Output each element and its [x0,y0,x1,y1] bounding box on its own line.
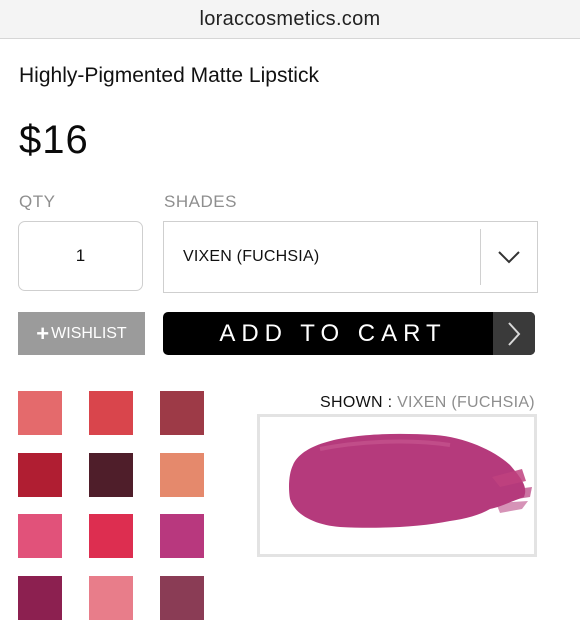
shade-swatch[interactable] [18,453,62,497]
product-price: $16 [19,118,89,162]
shade-swatch[interactable] [160,514,204,558]
url-text: loraccosmetics.com [199,7,381,30]
product-title: Highly-Pigmented Matte Lipstick [19,64,319,87]
shade-swatch[interactable] [18,514,62,558]
shade-swatch[interactable] [89,514,133,558]
shade-swatch[interactable] [89,453,133,497]
wishlist-button[interactable]: + WISHLIST [18,312,145,355]
browser-url-bar[interactable]: loraccosmetics.com [0,0,580,39]
shown-shade-name: VIXEN (FUCHSIA) [397,394,535,411]
shade-swatch[interactable] [160,391,204,435]
quantity-value: 1 [75,246,86,265]
chevron-down-icon[interactable] [480,229,537,285]
chevron-right-icon [493,312,535,355]
shade-swatch[interactable] [89,576,133,620]
shown-shade-label: SHOWN : VIXEN (FUCHSIA) [320,394,535,412]
shade-select[interactable]: VIXEN (FUCHSIA) [163,221,538,293]
shown-prefix: SHOWN : [320,394,398,411]
add-to-cart-button[interactable]: ADD TO CART [163,312,535,355]
qty-label: QTY [19,192,56,211]
plus-icon: + [36,320,50,346]
shade-swatch[interactable] [160,453,204,497]
shade-select-value: VIXEN (FUCHSIA) [183,248,320,265]
lipstick-smear-image [289,433,532,528]
shade-swatch[interactable] [160,576,204,620]
quantity-input[interactable]: 1 [18,221,143,291]
wishlist-label: WISHLIST [51,324,127,342]
shades-label: SHADES [164,192,237,211]
shade-swatch[interactable] [18,576,62,620]
add-to-cart-label: ADD TO CART [219,319,447,347]
shade-swatch[interactable] [89,391,133,435]
shade-preview [257,414,537,557]
shade-swatch[interactable] [18,391,62,435]
